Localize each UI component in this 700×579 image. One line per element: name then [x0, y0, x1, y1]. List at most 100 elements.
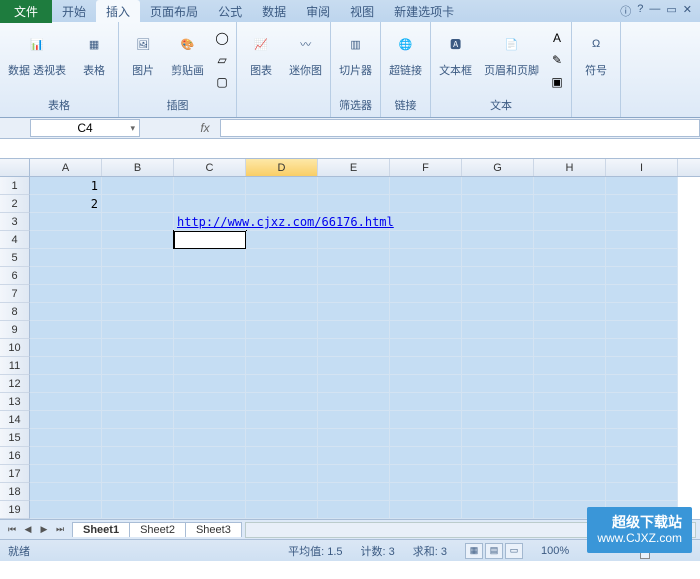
tab-新建选项卡[interactable]: 新建选项卡	[384, 0, 464, 23]
cell-G7[interactable]	[462, 285, 534, 303]
cell-E10[interactable]	[318, 339, 390, 357]
cell-A4[interactable]	[30, 231, 102, 249]
cell-C10[interactable]	[174, 339, 246, 357]
sheet-tab-Sheet1[interactable]: Sheet1	[72, 522, 130, 537]
row-header[interactable]: 3	[0, 213, 30, 231]
cell-I11[interactable]	[606, 357, 678, 375]
cell-B3[interactable]	[102, 213, 174, 231]
cell-H18[interactable]	[534, 483, 606, 501]
cell-E5[interactable]	[318, 249, 390, 267]
cell-C16[interactable]	[174, 447, 246, 465]
cell-D8[interactable]	[246, 303, 318, 321]
cell-A12[interactable]	[30, 375, 102, 393]
cell-H9[interactable]	[534, 321, 606, 339]
cell-B10[interactable]	[102, 339, 174, 357]
cell-D1[interactable]	[246, 177, 318, 195]
minimize-icon[interactable]: —	[649, 3, 660, 19]
cell-B15[interactable]	[102, 429, 174, 447]
textbox-button[interactable]: 🅰文本框	[435, 26, 476, 80]
tab-开始[interactable]: 开始	[52, 0, 96, 23]
cell-D5[interactable]	[246, 249, 318, 267]
cell-G10[interactable]	[462, 339, 534, 357]
cell-H5[interactable]	[534, 249, 606, 267]
row-header[interactable]: 4	[0, 231, 30, 249]
cell-B16[interactable]	[102, 447, 174, 465]
cell-C5[interactable]	[174, 249, 246, 267]
tab-插入[interactable]: 插入	[96, 0, 140, 23]
cell-F8[interactable]	[390, 303, 462, 321]
cell-C15[interactable]	[174, 429, 246, 447]
tab-数据[interactable]: 数据	[252, 0, 296, 23]
cell-F14[interactable]	[390, 411, 462, 429]
tab-公式[interactable]: 公式	[208, 0, 252, 23]
cell-F10[interactable]	[390, 339, 462, 357]
close-icon[interactable]: ✕	[683, 3, 692, 19]
cell-G19[interactable]	[462, 501, 534, 519]
cell-I13[interactable]	[606, 393, 678, 411]
smartart-icon[interactable]: ▱	[212, 50, 232, 70]
row-header[interactable]: 17	[0, 465, 30, 483]
wordart-icon[interactable]: A	[547, 28, 567, 48]
cell-D11[interactable]	[246, 357, 318, 375]
cell-A15[interactable]	[30, 429, 102, 447]
row-header[interactable]: 13	[0, 393, 30, 411]
cell-F9[interactable]	[390, 321, 462, 339]
cell-I5[interactable]	[606, 249, 678, 267]
cell-G5[interactable]	[462, 249, 534, 267]
cell-D14[interactable]	[246, 411, 318, 429]
cell-D7[interactable]	[246, 285, 318, 303]
cell-I4[interactable]	[606, 231, 678, 249]
cell-H2[interactable]	[534, 195, 606, 213]
col-header-G[interactable]: G	[462, 159, 534, 176]
cell-F5[interactable]	[390, 249, 462, 267]
cell-H10[interactable]	[534, 339, 606, 357]
cell-F7[interactable]	[390, 285, 462, 303]
cell-A11[interactable]	[30, 357, 102, 375]
cell-D2[interactable]	[246, 195, 318, 213]
cell-B1[interactable]	[102, 177, 174, 195]
cell-G1[interactable]	[462, 177, 534, 195]
cell-E11[interactable]	[318, 357, 390, 375]
cell-C17[interactable]	[174, 465, 246, 483]
cell-F6[interactable]	[390, 267, 462, 285]
sheet-tab-Sheet3[interactable]: Sheet3	[185, 522, 242, 537]
cell-B18[interactable]	[102, 483, 174, 501]
cell-D13[interactable]	[246, 393, 318, 411]
cell-C4[interactable]	[174, 231, 246, 249]
row-header[interactable]: 15	[0, 429, 30, 447]
cell-A16[interactable]	[30, 447, 102, 465]
col-header-C[interactable]: C	[174, 159, 246, 176]
tab-file[interactable]: 文件	[0, 0, 52, 23]
cell-B13[interactable]	[102, 393, 174, 411]
formula-input[interactable]	[220, 119, 700, 137]
row-header[interactable]: 6	[0, 267, 30, 285]
slicer-button[interactable]: ▥切片器	[335, 26, 376, 80]
cell-A8[interactable]	[30, 303, 102, 321]
cell-D16[interactable]	[246, 447, 318, 465]
cell-E2[interactable]	[318, 195, 390, 213]
screenshot-icon[interactable]: ▢	[212, 72, 232, 92]
cell-F15[interactable]	[390, 429, 462, 447]
cell-I1[interactable]	[606, 177, 678, 195]
row-header[interactable]: 14	[0, 411, 30, 429]
row-header[interactable]: 8	[0, 303, 30, 321]
cell-H12[interactable]	[534, 375, 606, 393]
cell-F1[interactable]	[390, 177, 462, 195]
cell-H15[interactable]	[534, 429, 606, 447]
row-header[interactable]: 11	[0, 357, 30, 375]
cell-I3[interactable]	[606, 213, 678, 231]
header-footer-button[interactable]: 📄页眉和页脚	[480, 26, 543, 80]
cell-C9[interactable]	[174, 321, 246, 339]
cell-F4[interactable]	[390, 231, 462, 249]
cell-I12[interactable]	[606, 375, 678, 393]
signature-icon[interactable]: ✎	[547, 50, 567, 70]
table-button[interactable]: ▦表格	[74, 26, 114, 80]
cell-A17[interactable]	[30, 465, 102, 483]
cell-H14[interactable]	[534, 411, 606, 429]
row-header[interactable]: 10	[0, 339, 30, 357]
cell-I6[interactable]	[606, 267, 678, 285]
cell-A7[interactable]	[30, 285, 102, 303]
hyperlink-button[interactable]: 🌐超链接	[385, 26, 426, 80]
col-header-E[interactable]: E	[318, 159, 390, 176]
cell-D9[interactable]	[246, 321, 318, 339]
